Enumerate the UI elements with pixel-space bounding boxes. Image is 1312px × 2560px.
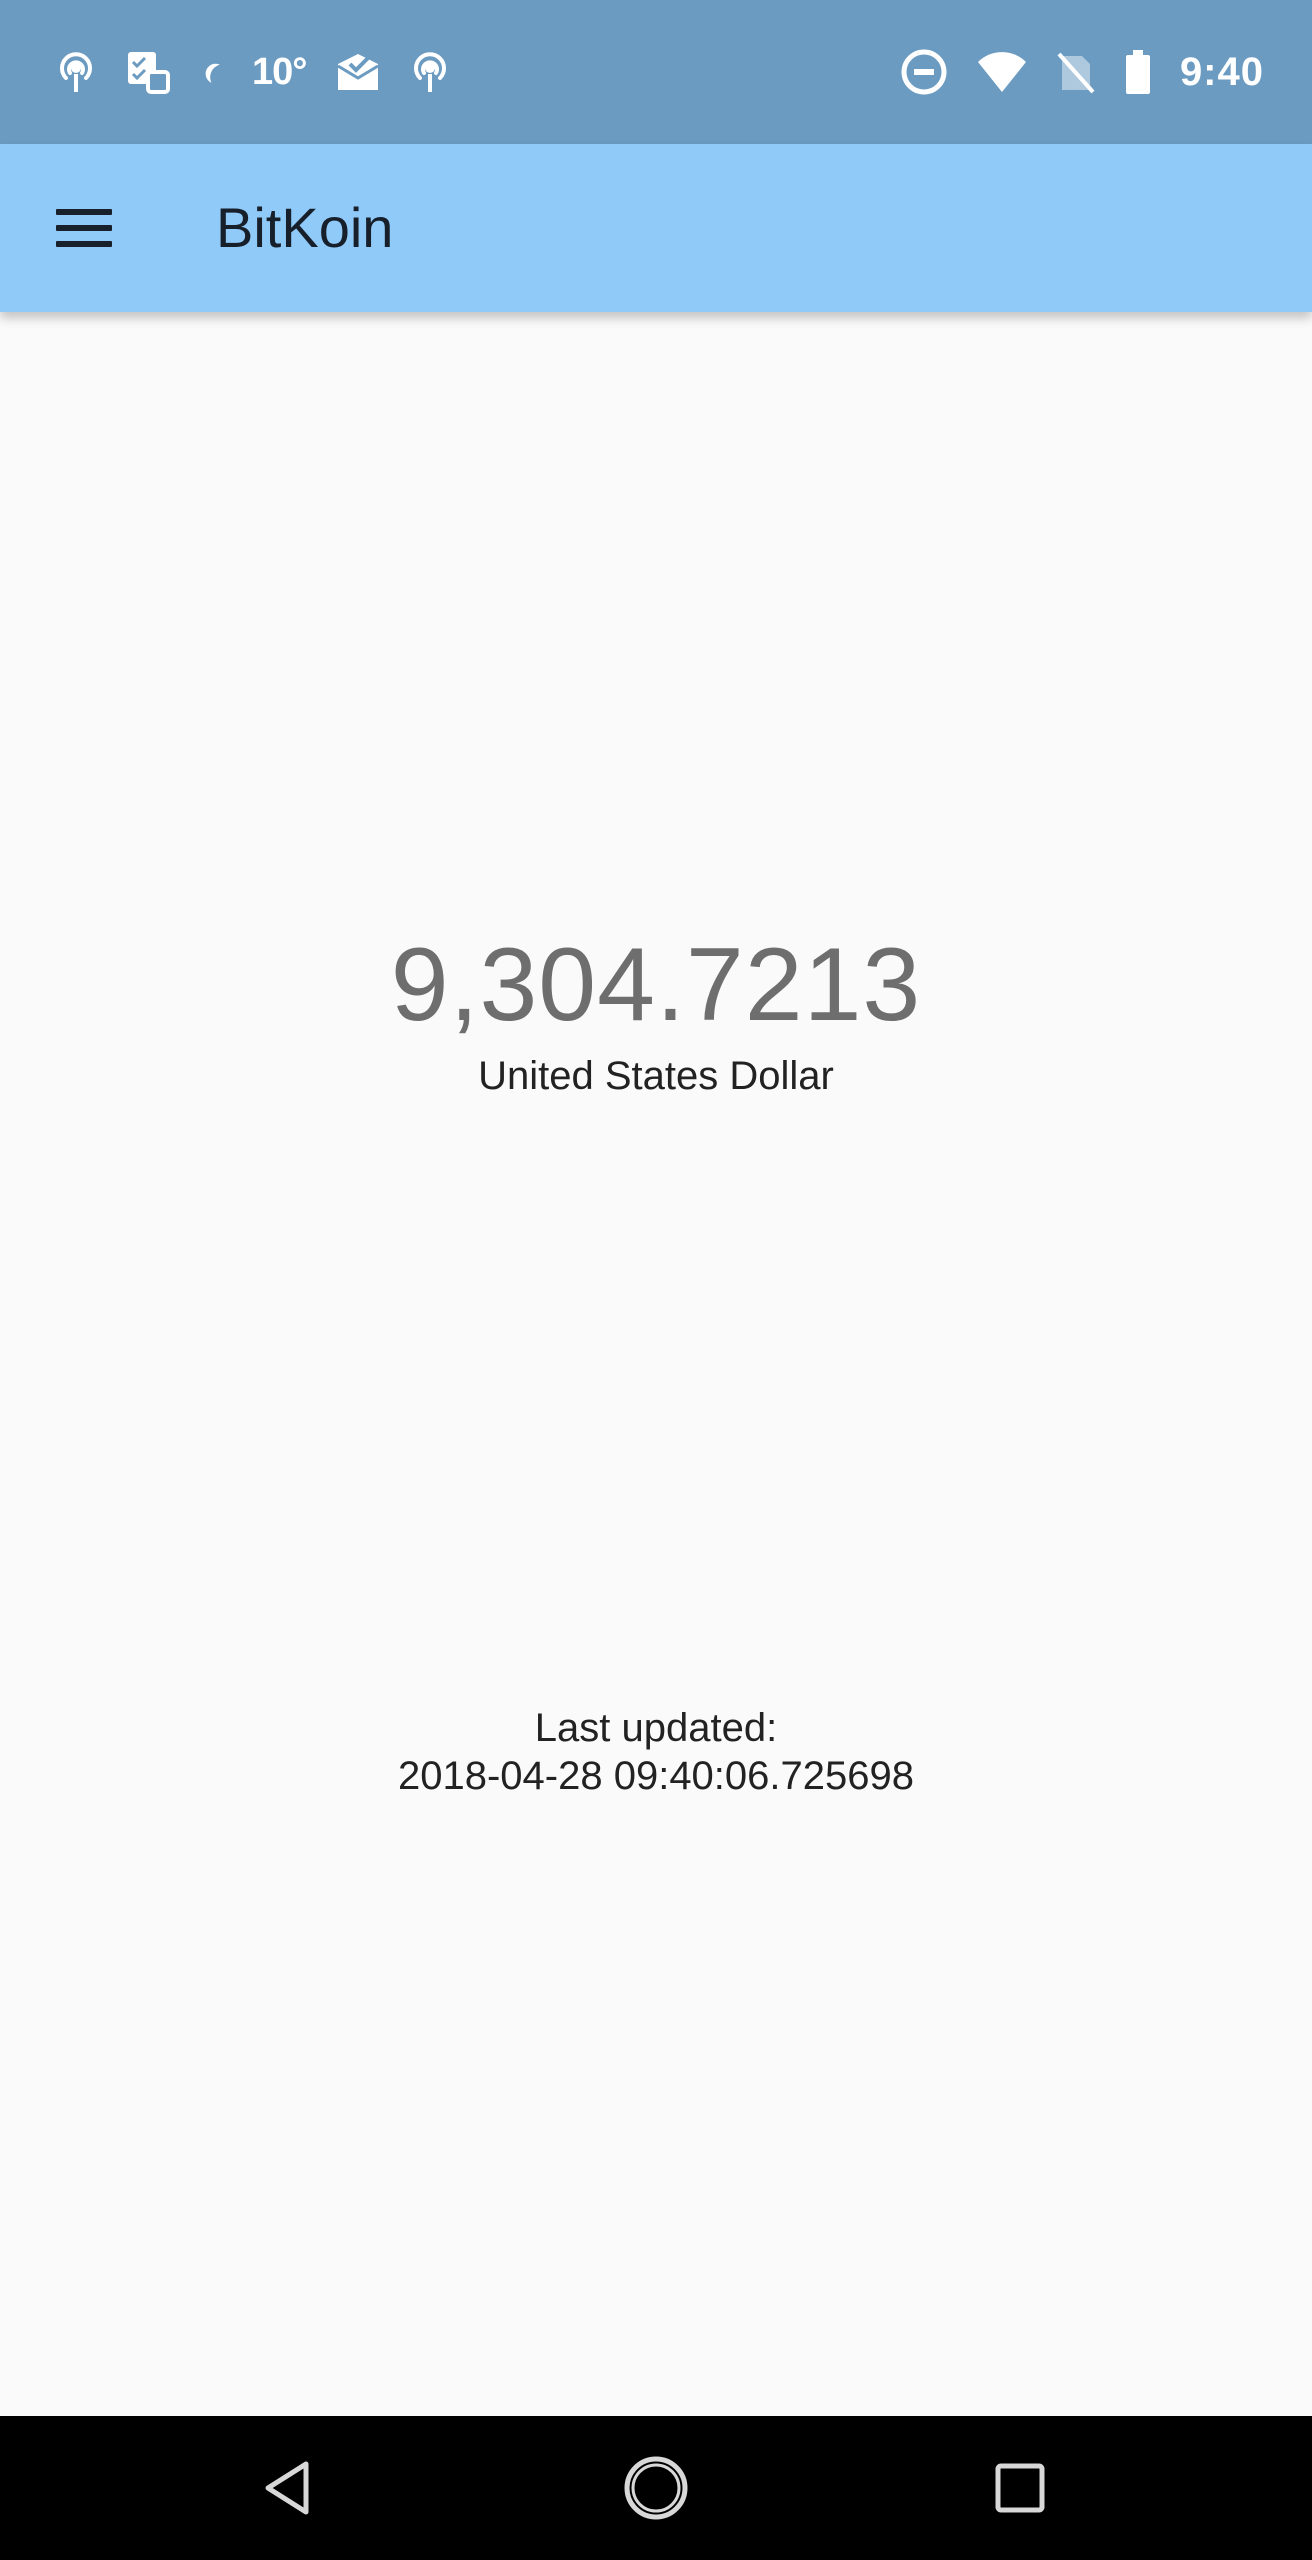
currency-name: United States Dollar (478, 1054, 834, 1098)
battery-icon (1124, 48, 1152, 96)
hamburger-menu-icon (56, 209, 112, 247)
inbox-check-icon (334, 48, 382, 96)
status-bar: 10° 9:40 (0, 0, 1312, 144)
tasks-icon (124, 48, 172, 96)
recents-button[interactable] (984, 2452, 1056, 2524)
recents-icon (995, 2463, 1045, 2513)
status-left-group: 10° (52, 0, 478, 144)
no-sim-icon (1056, 48, 1096, 96)
price-value: 9,304.7213 (390, 927, 922, 1043)
app-bar: BitKoin (0, 144, 1312, 312)
app-title: BitKoin (216, 196, 394, 259)
last-updated: Last updated: 2018-04-28 09:40:06.725698 (0, 1704, 1312, 1800)
do-not-disturb-icon (900, 48, 948, 96)
back-icon (265, 2461, 309, 2515)
last-updated-label: Last updated: (534, 1706, 778, 1750)
status-right-group: 9:40 (900, 0, 1264, 144)
home-button[interactable] (620, 2452, 692, 2524)
navigation-bar (0, 2416, 1312, 2560)
moon-icon (196, 48, 228, 96)
clock: 9:40 (1179, 49, 1264, 94)
menu-button[interactable] (36, 180, 132, 276)
price-display: 9,304.7213 United States Dollar (0, 920, 1312, 1102)
temperature-label: 10° (252, 50, 307, 93)
last-updated-timestamp: 2018-04-28 09:40:06.725698 (397, 1754, 914, 1798)
wifi-icon (976, 48, 1028, 96)
home-icon (624, 2456, 688, 2520)
podcast-icon (52, 48, 100, 96)
podcast-icon (406, 48, 454, 96)
back-button[interactable] (254, 2452, 326, 2524)
